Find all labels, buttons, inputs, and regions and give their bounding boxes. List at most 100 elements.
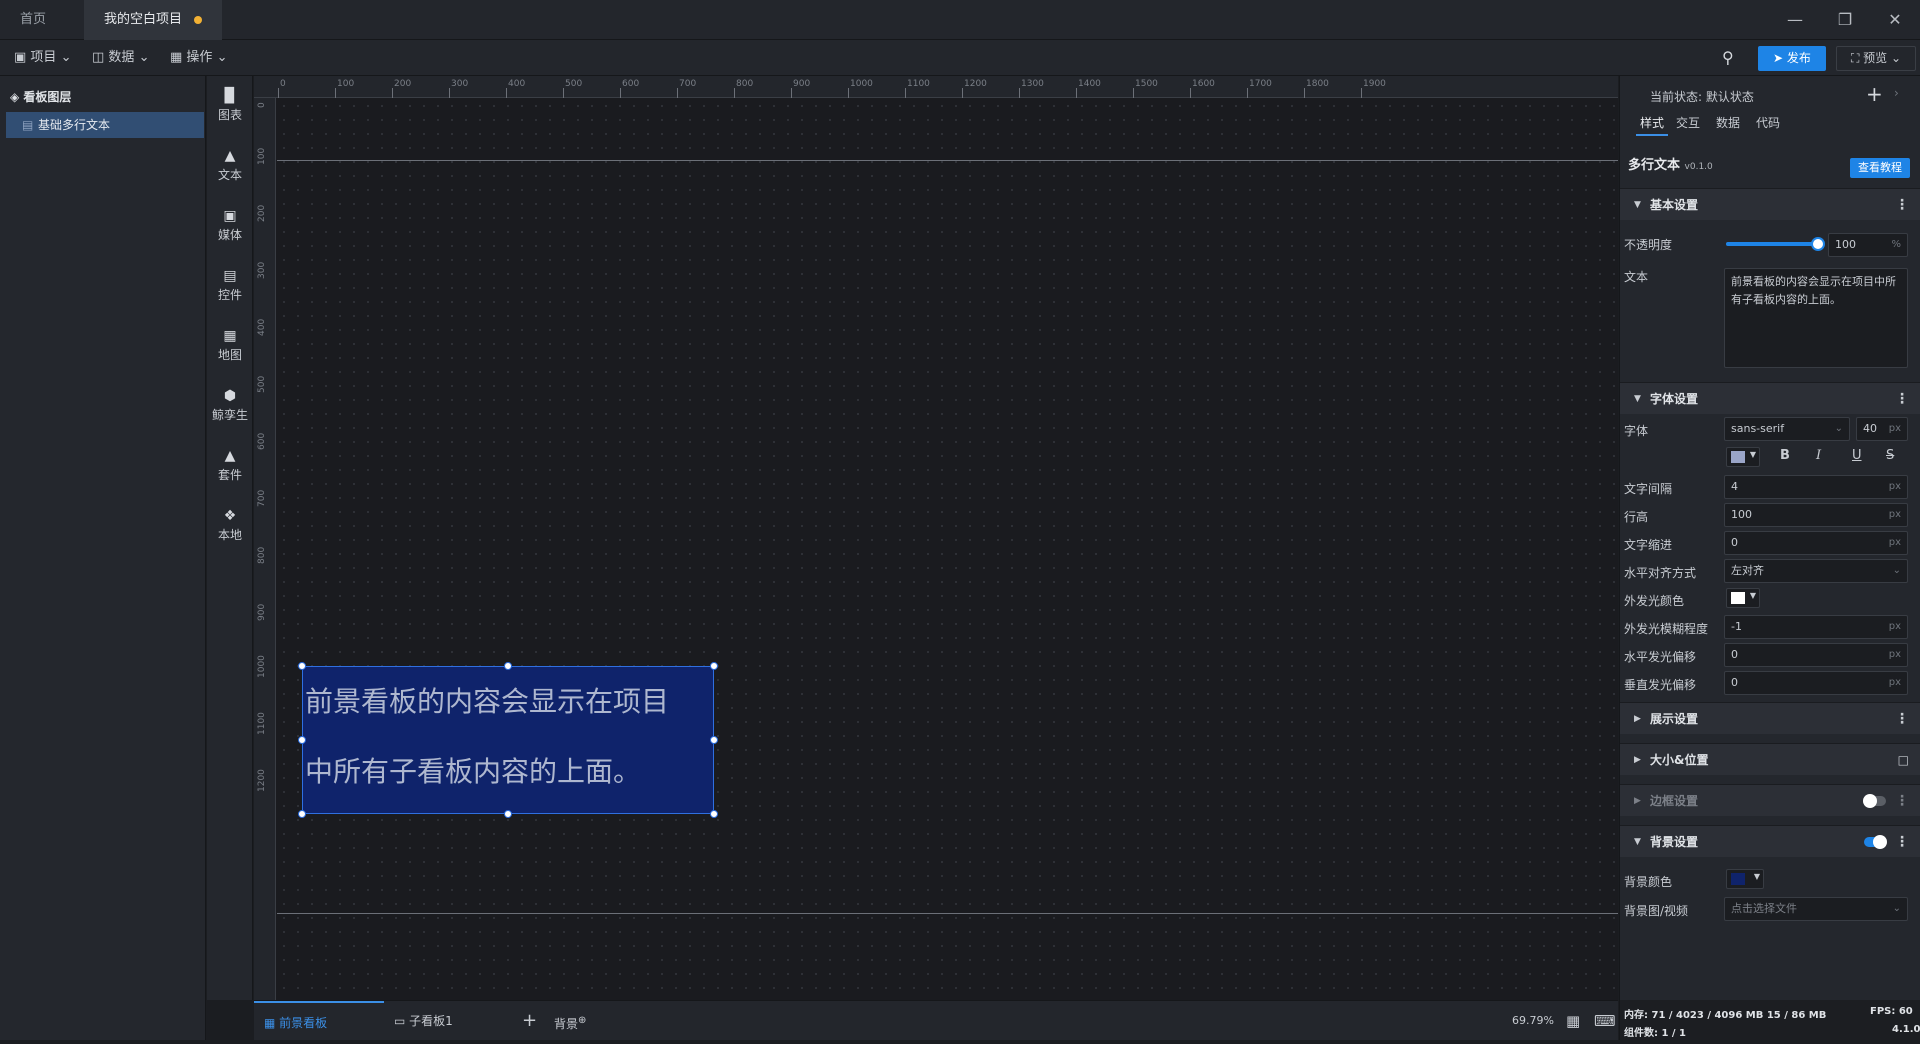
comp-kit[interactable]: ▲ 套件	[207, 448, 253, 483]
glow-h-input[interactable]: 0 px	[1724, 643, 1908, 667]
resize-handle-n[interactable]	[504, 662, 512, 670]
search-icon[interactable]: ⚲	[1722, 48, 1734, 67]
menu-operate[interactable]: ▦ 操作 ⌄	[164, 40, 233, 76]
ruler-left-label: 400	[257, 318, 267, 336]
comp-media[interactable]: ▣ 媒体	[207, 208, 253, 243]
add-board-button[interactable]: +	[522, 1001, 537, 1041]
add-state-icon[interactable]: +	[1866, 82, 1883, 106]
background-toggle[interactable]	[1864, 835, 1887, 849]
more-icon[interactable]: ⋮	[1895, 785, 1909, 817]
section-size-position[interactable]: ▶ 大小&位置 □	[1620, 743, 1920, 775]
title-bar: 首页 我的空白项目 — ❐ ✕	[0, 0, 1920, 40]
bar-chart-icon: ▉	[224, 88, 236, 104]
comp-local[interactable]: ❖ 本地	[207, 508, 253, 543]
lock-icon[interactable]: □	[1898, 744, 1909, 776]
text-content-area[interactable]: 前景看板的内容会显示在项目中所有子看板内容的上面。	[1724, 268, 1908, 368]
font-family-select[interactable]: sans-serif ⌄	[1724, 417, 1850, 441]
resize-handle-s[interactable]	[504, 810, 512, 818]
glow-v-unit: px	[1888, 677, 1901, 688]
resize-handle-se[interactable]	[710, 810, 718, 818]
menu-data[interactable]: ◫ 数据 ⌄	[86, 40, 155, 76]
section-basic[interactable]: ▼ 基本设置 ⋮	[1620, 188, 1920, 220]
ruler-top-label: 1300	[1021, 79, 1044, 89]
glow-color-picker[interactable]: ▼	[1726, 588, 1760, 608]
ruler-top-label: 800	[736, 79, 754, 89]
close-icon[interactable]: ✕	[1870, 0, 1920, 40]
italic-icon[interactable]: I	[1816, 448, 1821, 463]
guide-line-top[interactable]	[277, 160, 1618, 161]
resize-handle-sw[interactable]	[298, 810, 306, 818]
comp-text[interactable]: ▲ 文本	[207, 148, 253, 183]
section-display[interactable]: ▶ 展示设置 ⋮	[1620, 702, 1920, 734]
more-icon[interactable]: ⋮	[1895, 826, 1909, 858]
opacity-input[interactable]: 100%	[1828, 233, 1908, 257]
guide-line-bottom[interactable]	[277, 913, 1618, 914]
more-icon[interactable]: ⋮	[1895, 189, 1909, 221]
canvas-grid[interactable]	[277, 99, 1618, 1000]
tab-interaction[interactable]: 交互	[1676, 110, 1700, 136]
glow-h-label: 水平发光偏移	[1624, 650, 1697, 664]
tab-data[interactable]: 数据	[1716, 110, 1740, 136]
comp-control[interactable]: ▤ 控件	[207, 268, 253, 303]
resize-handle-nw[interactable]	[298, 662, 306, 670]
multiline-text-widget[interactable]: 前景看板的内容会显示在项目 中所有子看板内容的上面。	[302, 666, 714, 814]
bg-color-label: 背景颜色	[1624, 875, 1673, 889]
comp-chart[interactable]: ▉ 图表	[207, 88, 253, 123]
fit-screen-icon[interactable]: ▦	[1566, 1001, 1580, 1041]
caret-right-icon: ▶	[1634, 755, 1641, 765]
comp-twin[interactable]: ⬢ 鲸孪生	[207, 388, 253, 423]
spacing-input[interactable]: 4 px	[1724, 475, 1908, 499]
ruler-top-tick	[563, 88, 564, 98]
chevron-right-icon[interactable]: ›	[1894, 86, 1899, 100]
ruler-top: 0 100 200 300 400 500 600 700 800 900 1000 1100 1200…	[254, 76, 1618, 98]
tab-code[interactable]: 代码	[1756, 110, 1780, 136]
tutorial-button[interactable]: 查看教程	[1850, 158, 1910, 178]
lineheight-input[interactable]: 100 px	[1724, 503, 1908, 527]
canvas-area[interactable]: 0 100 200 300 400 500 600 700 800 900 1000 1100 1200…	[254, 76, 1618, 1000]
resize-handle-ne[interactable]	[710, 662, 718, 670]
menu-operate-label: 操作	[186, 50, 213, 65]
board-tabs-bar: ▦ 前景看板 ▭ 子看板1 + 背景⊕ 69.79% ▦ ⌨	[254, 1000, 1618, 1040]
tab-home[interactable]: 首页	[0, 0, 66, 40]
publish-button[interactable]: ➤ 发布	[1758, 46, 1826, 71]
strikethrough-icon[interactable]: S	[1886, 448, 1894, 463]
section-background[interactable]: ▼ 背景设置 ⋮	[1620, 825, 1920, 857]
tab-sub-board[interactable]: ▭ 子看板1	[394, 1001, 504, 1041]
font-color-picker[interactable]: ▼	[1726, 447, 1760, 467]
resize-handle-e[interactable]	[710, 736, 718, 744]
resize-handle-w[interactable]	[298, 736, 306, 744]
opacity-slider-knob[interactable]	[1811, 237, 1825, 251]
zoom-level[interactable]: 69.79%	[1512, 1001, 1554, 1041]
preview-button[interactable]: ⛶ 预览 ⌄	[1836, 46, 1916, 71]
tab-project[interactable]: 我的空白项目	[84, 0, 223, 40]
background-tab[interactable]: 背景⊕	[554, 1001, 586, 1041]
restore-icon[interactable]: ❐	[1820, 0, 1870, 40]
section-font-title: 字体设置	[1650, 392, 1699, 406]
keyboard-icon[interactable]: ⌨	[1594, 1001, 1616, 1041]
tab-style[interactable]: 样式	[1636, 110, 1669, 136]
glow-blur-input[interactable]: -1 px	[1724, 615, 1908, 639]
layer-item[interactable]: ▤ 基础多行文本	[6, 112, 204, 138]
bold-icon[interactable]: B	[1780, 448, 1790, 463]
more-icon[interactable]: ⋮	[1895, 703, 1909, 735]
ruler-top-label: 1100	[907, 79, 930, 89]
minimize-icon[interactable]: —	[1770, 0, 1820, 40]
more-icon[interactable]: ⋮	[1895, 383, 1909, 415]
tab-foreground-board[interactable]: ▦ 前景看板	[254, 1001, 384, 1041]
comp-map[interactable]: ▦ 地图	[207, 328, 253, 363]
border-toggle[interactable]	[1863, 794, 1886, 808]
opacity-slider[interactable]	[1726, 237, 1825, 251]
section-border[interactable]: ▶ 边框设置 ⋮	[1620, 784, 1920, 816]
underline-icon[interactable]: U	[1852, 448, 1862, 463]
bg-image-select[interactable]: 点击选择文件 ⌄	[1724, 897, 1908, 921]
widget-text-line-1: 前景看板的内容会显示在项目	[305, 685, 670, 718]
menu-project[interactable]: ▣ 项目 ⌄	[8, 40, 77, 76]
ruler-left-label: 1000	[257, 655, 267, 678]
indent-input[interactable]: 0 px	[1724, 531, 1908, 555]
align-select[interactable]: 左对齐 ⌄	[1724, 559, 1908, 583]
section-font[interactable]: ▼ 字体设置 ⋮	[1620, 382, 1920, 414]
bg-color-picker[interactable]: ▼	[1726, 869, 1764, 889]
glow-v-input[interactable]: 0 px	[1724, 671, 1908, 695]
lineheight-label: 行高	[1624, 510, 1649, 524]
font-size-input[interactable]: 40 px	[1856, 417, 1908, 441]
